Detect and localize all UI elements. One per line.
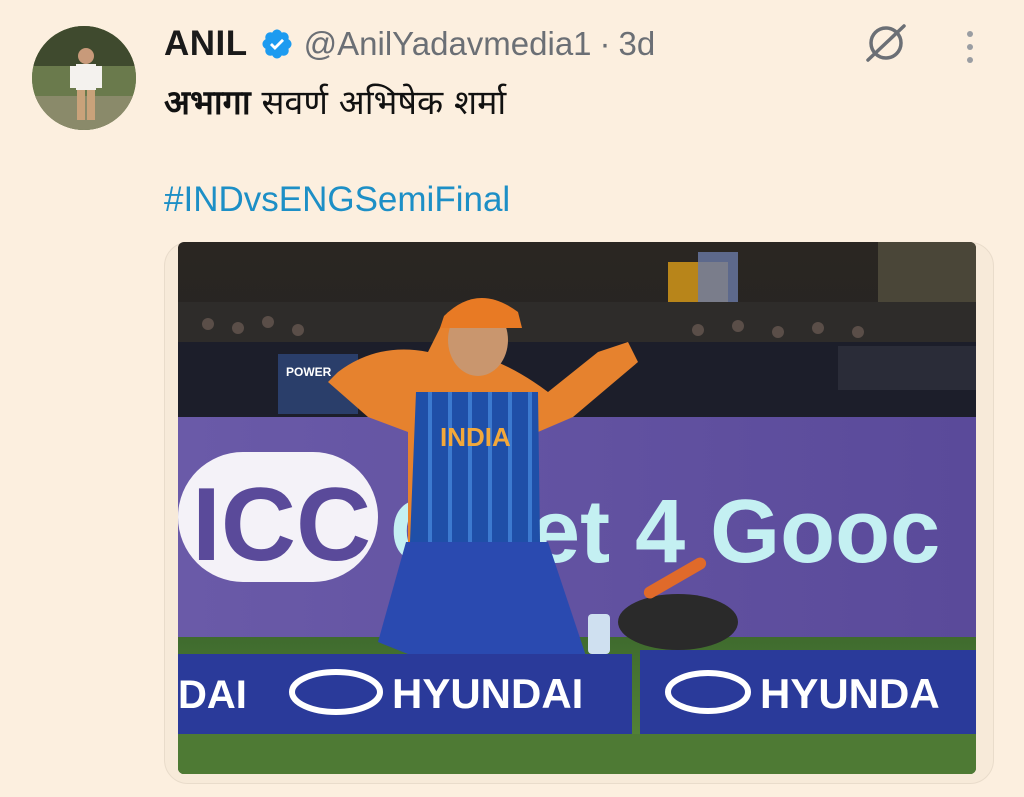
tweet-timestamp[interactable]: 3d <box>619 25 656 63</box>
tweet-text-rest: सवर्ण अभिषेक शर्मा <box>250 83 507 123</box>
hashtag-link[interactable]: #INDvsENGSemiFinal <box>164 180 510 220</box>
avatar-photo <box>32 26 136 130</box>
hoarding-brand-text-right: HYUNDA <box>760 670 940 717</box>
hoarding-fragment-left: DAI <box>178 673 247 717</box>
tweet-photo[interactable]: POWER ICC C ket 4 Gooc INDIA DAI HYUNDAI… <box>178 242 976 774</box>
jersey-text: INDIA <box>440 422 511 452</box>
separator-dot: · <box>599 25 611 62</box>
grok-icon[interactable] <box>862 20 910 66</box>
author-handle[interactable]: @AnilYadavmedia1 <box>304 25 592 63</box>
small-board-text: POWER <box>286 365 332 379</box>
author-name[interactable]: ANIL <box>164 24 248 64</box>
verified-badge-icon <box>260 27 294 61</box>
hoarding-brand-text: HYUNDAI <box>392 670 583 717</box>
author-avatar[interactable] <box>32 26 136 130</box>
tweet-text-bold: अभागा <box>164 83 251 123</box>
more-options-icon[interactable] <box>958 28 982 68</box>
tweet-text: अभागा सवर्ण अभिषेक शर्मा <box>164 78 506 124</box>
icc-logo-text: ICC <box>192 467 371 583</box>
tweet-header: ANIL @AnilYadavmedia1 · 3d <box>164 20 655 68</box>
